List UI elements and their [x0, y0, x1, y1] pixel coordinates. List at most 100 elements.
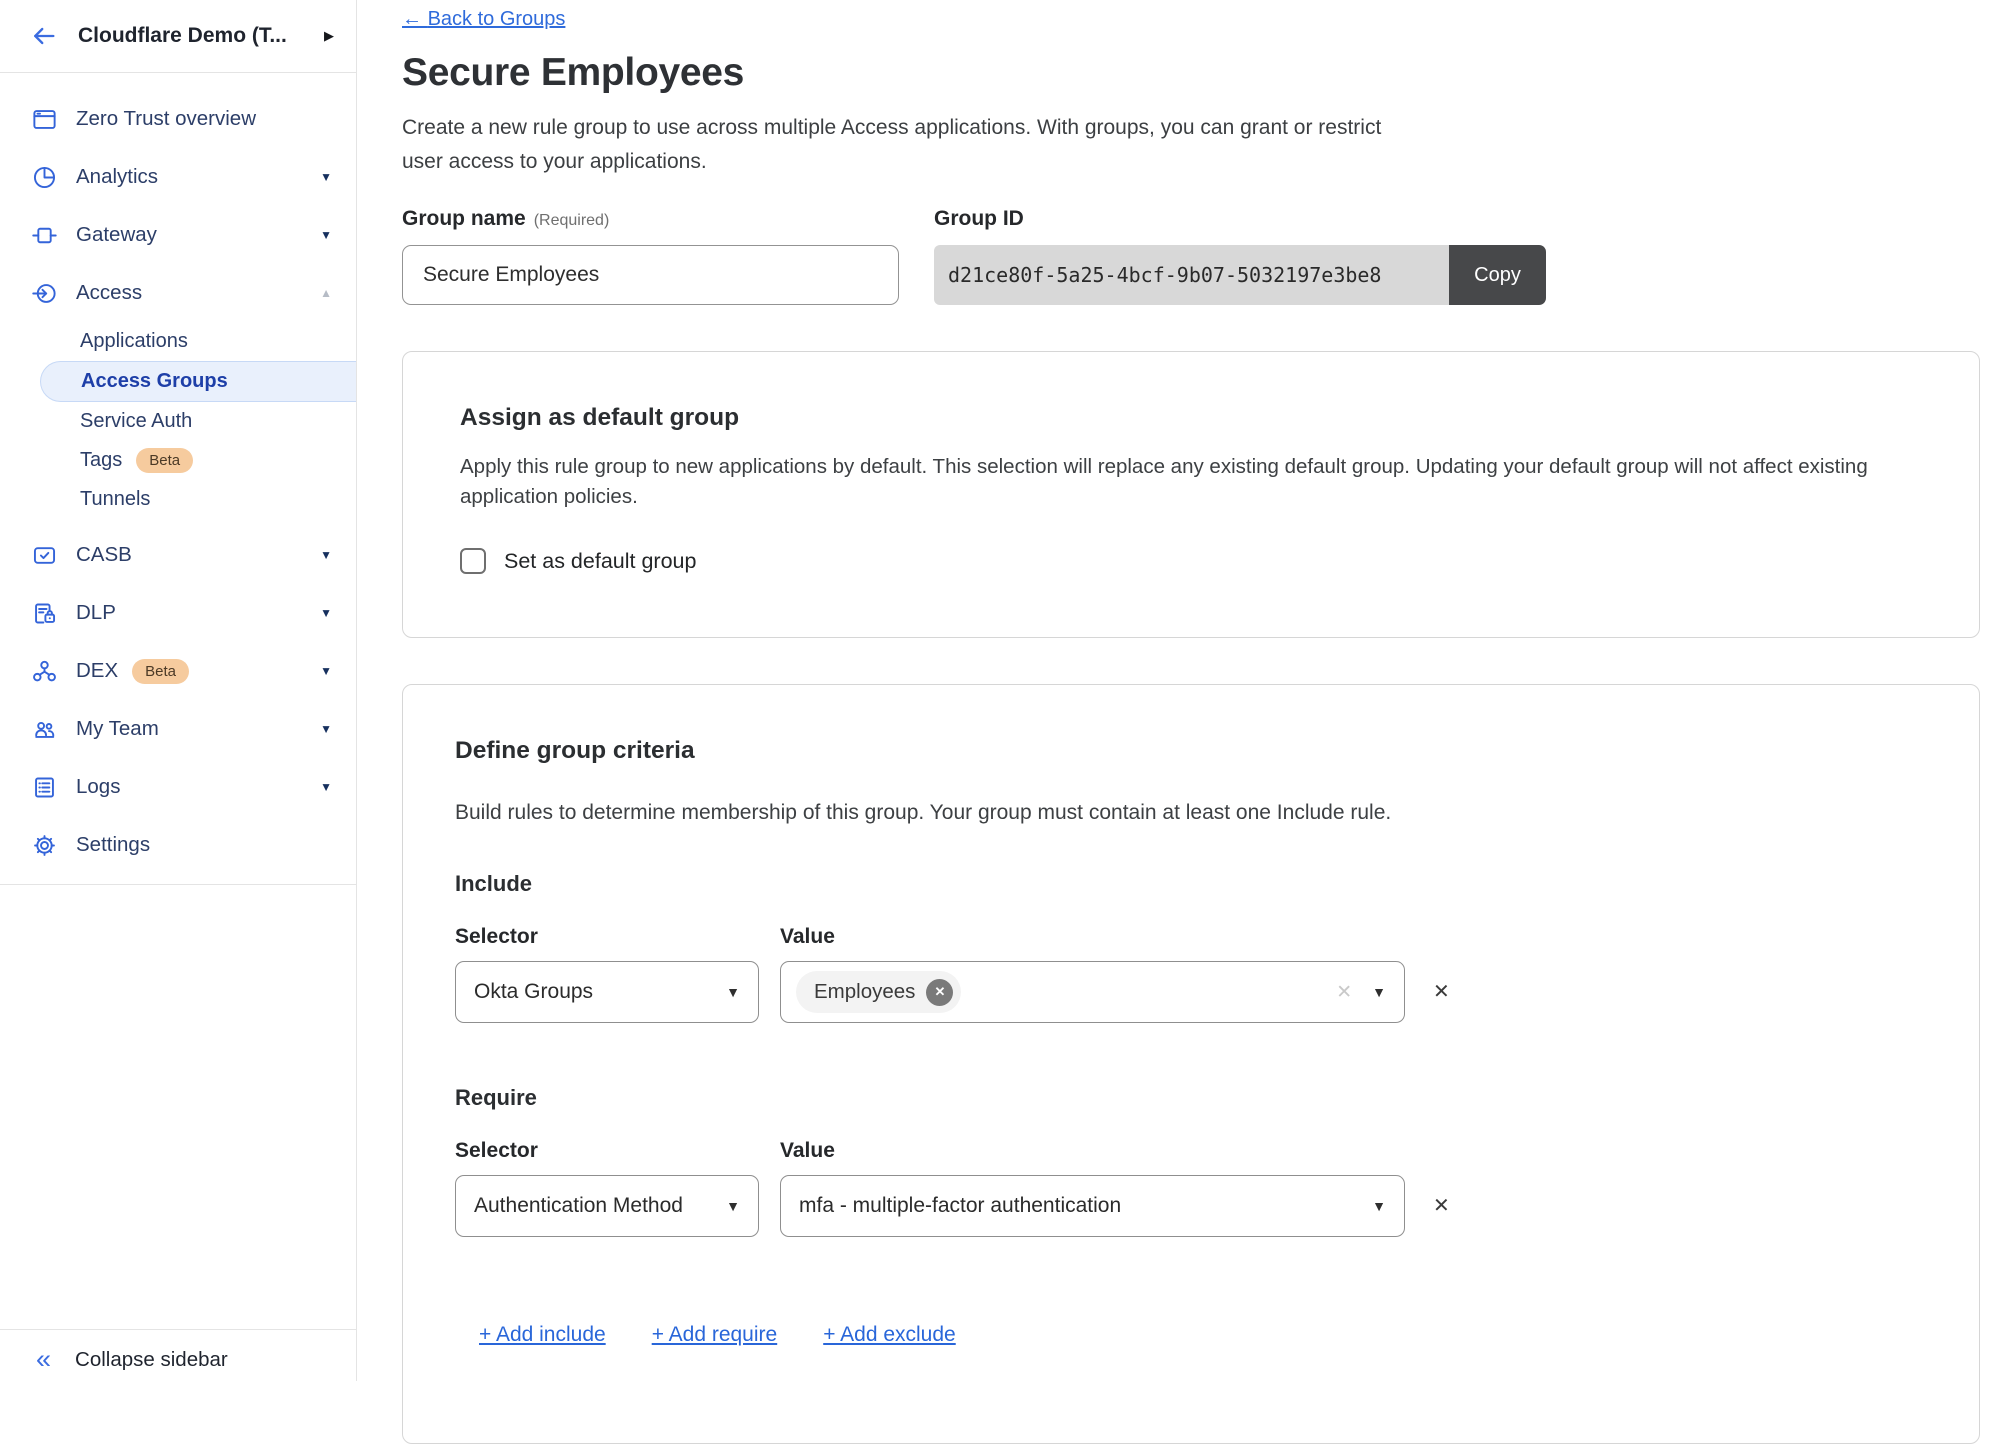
copy-button[interactable]: Copy	[1449, 245, 1546, 305]
sidebar-item-label: Tunnels	[80, 488, 150, 511]
sidebar-item-tunnels[interactable]: Tunnels	[0, 480, 356, 519]
set-default-checkbox[interactable]	[460, 548, 486, 574]
sidebar-item-label: Applications	[80, 330, 188, 353]
chevron-down-icon: ▼	[1372, 1198, 1386, 1214]
collapse-sidebar-button[interactable]: « Collapse sidebar	[0, 1329, 356, 1373]
add-require-link[interactable]: + Add require	[652, 1323, 778, 1347]
criteria-title: Define group criteria	[455, 737, 1927, 765]
add-include-link[interactable]: + Add include	[479, 1323, 606, 1347]
sidebar-item-access[interactable]: Access ▲	[0, 264, 356, 322]
nav-divider	[0, 884, 356, 885]
sidebar-item-label: DLP	[76, 601, 116, 625]
back-arrow-glyph: ←	[402, 8, 422, 30]
account-name[interactable]: Cloudflare Demo (T...	[78, 24, 304, 48]
require-value-dropdown[interactable]: mfa - multiple-factor authentication ▼	[780, 1175, 1405, 1237]
back-arrow-icon[interactable]	[30, 22, 58, 50]
include-labels: Selector Value	[455, 925, 1927, 949]
account-expand-icon[interactable]: ▶	[324, 28, 334, 44]
sidebar-item-logs[interactable]: Logs ▼	[0, 758, 356, 816]
value-label: Value	[780, 1139, 835, 1163]
window-icon	[30, 105, 58, 133]
criteria-card: Define group criteria Build rules to det…	[402, 684, 1980, 1444]
chip-remove-icon[interactable]: ✕	[926, 979, 953, 1006]
require-selector-dropdown[interactable]: Authentication Method ▼	[455, 1175, 759, 1237]
chevron-down-icon[interactable]: ▼	[320, 606, 332, 620]
sidebar-item-my-team[interactable]: My Team ▼	[0, 700, 356, 758]
beta-badge: Beta	[132, 659, 189, 684]
chevron-down-icon[interactable]: ▼	[320, 548, 332, 562]
group-name-field: Group name(Required)	[402, 207, 934, 305]
gateway-icon	[30, 221, 58, 249]
chevron-down-icon: ▼	[726, 984, 740, 1000]
group-id-field: Group ID d21ce80f-5a25-4bcf-9b07-5032197…	[934, 207, 1546, 305]
remove-require-rule-icon[interactable]: ✕	[1433, 1196, 1450, 1216]
dex-cluster-icon	[30, 657, 58, 685]
add-exclude-link[interactable]: + Add exclude	[823, 1323, 956, 1347]
sidebar-item-casb[interactable]: CASB ▼	[0, 526, 356, 584]
sidebar-item-label: Gateway	[76, 223, 157, 247]
rule-actions: + Add include + Add require + Add exclud…	[479, 1323, 1927, 1347]
logs-list-icon	[30, 773, 58, 801]
sidebar-nav: Zero Trust overview Analytics ▼ Gateway …	[0, 73, 356, 885]
sidebar-item-zero-trust-overview[interactable]: Zero Trust overview	[0, 90, 356, 148]
sidebar-item-label: Service Auth	[80, 410, 192, 433]
chevron-down-icon[interactable]: ▼	[320, 228, 332, 242]
default-group-checkbox-row: Set as default group	[460, 548, 1922, 574]
require-selector-value: Authentication Method	[474, 1194, 683, 1218]
chevron-down-icon[interactable]: ▼	[320, 722, 332, 736]
include-selector-value: Okta Groups	[474, 980, 593, 1004]
team-people-icon	[30, 715, 58, 743]
group-id-value: d21ce80f-5a25-4bcf-9b07-5032197e3be8	[934, 245, 1449, 305]
chevron-down-icon[interactable]: ▼	[320, 170, 332, 184]
sidebar-item-label: Analytics	[76, 165, 158, 189]
sidebar-item-label: My Team	[76, 717, 159, 741]
default-group-title: Assign as default group	[460, 404, 1922, 432]
group-name-input[interactable]	[402, 245, 899, 305]
value-chip: Employees ✕	[796, 971, 961, 1013]
chevron-up-icon[interactable]: ▲	[320, 286, 332, 300]
sidebar-item-label: Logs	[76, 775, 120, 799]
require-labels: Selector Value	[455, 1139, 1927, 1163]
sidebar-item-label: CASB	[76, 543, 132, 567]
back-to-groups-link[interactable]: ← Back to Groups	[402, 8, 565, 31]
default-group-card: Assign as default group Apply this rule …	[402, 351, 1980, 638]
group-id-box: d21ce80f-5a25-4bcf-9b07-5032197e3be8 Cop…	[934, 245, 1546, 305]
access-icon	[30, 279, 58, 307]
sidebar-item-tags[interactable]: Tags Beta	[0, 441, 356, 480]
require-rule-row: Authentication Method ▼ mfa - multiple-f…	[455, 1175, 1927, 1237]
sidebar-item-label: Zero Trust overview	[76, 107, 256, 131]
access-submenu: Applications Access Groups Service Auth …	[0, 322, 356, 519]
chevron-down-icon: ▼	[726, 1198, 740, 1214]
sidebar: Cloudflare Demo (T... ▶ Zero Trust overv…	[0, 0, 357, 1381]
sidebar-item-gateway[interactable]: Gateway ▼	[0, 206, 356, 264]
sidebar-item-label: Settings	[76, 833, 150, 857]
clear-values-icon[interactable]: ✕	[1336, 981, 1352, 1004]
sidebar-item-access-groups[interactable]: Access Groups	[40, 361, 356, 402]
criteria-body: Build rules to determine membership of t…	[455, 801, 1927, 825]
include-value-multiselect[interactable]: Employees ✕ ✕ ▼	[780, 961, 1405, 1023]
back-link-label: Back to Groups	[428, 8, 566, 30]
sidebar-item-settings[interactable]: Settings	[0, 816, 356, 874]
include-rule-row: Okta Groups ▼ Employees ✕ ✕ ▼ ✕	[455, 961, 1927, 1023]
default-group-body: Apply this rule group to new application…	[460, 452, 1922, 512]
beta-badge: Beta	[136, 448, 193, 473]
sidebar-item-dlp[interactable]: DLP ▼	[0, 584, 356, 642]
remove-include-rule-icon[interactable]: ✕	[1433, 982, 1450, 1002]
group-id-label: Group ID	[934, 207, 1024, 230]
sidebar-item-service-auth[interactable]: Service Auth	[0, 402, 356, 441]
include-heading: Include	[455, 871, 1927, 897]
chevron-down-icon[interactable]: ▼	[320, 780, 332, 794]
collapse-label: Collapse sidebar	[75, 1348, 228, 1372]
sidebar-item-analytics[interactable]: Analytics ▼	[0, 148, 356, 206]
sidebar-item-label: DEX	[76, 659, 118, 683]
selector-label: Selector	[455, 925, 780, 949]
set-default-checkbox-label: Set as default group	[504, 549, 696, 574]
chevron-down-icon[interactable]: ▼	[320, 664, 332, 678]
selector-label: Selector	[455, 1139, 780, 1163]
sidebar-item-applications[interactable]: Applications	[0, 322, 356, 361]
include-selector-dropdown[interactable]: Okta Groups ▼	[455, 961, 759, 1023]
group-name-label: Group name	[402, 207, 526, 230]
chevron-down-icon: ▼	[1372, 984, 1386, 1000]
sidebar-item-dex[interactable]: DEX Beta ▼	[0, 642, 356, 700]
gear-icon	[30, 831, 58, 859]
